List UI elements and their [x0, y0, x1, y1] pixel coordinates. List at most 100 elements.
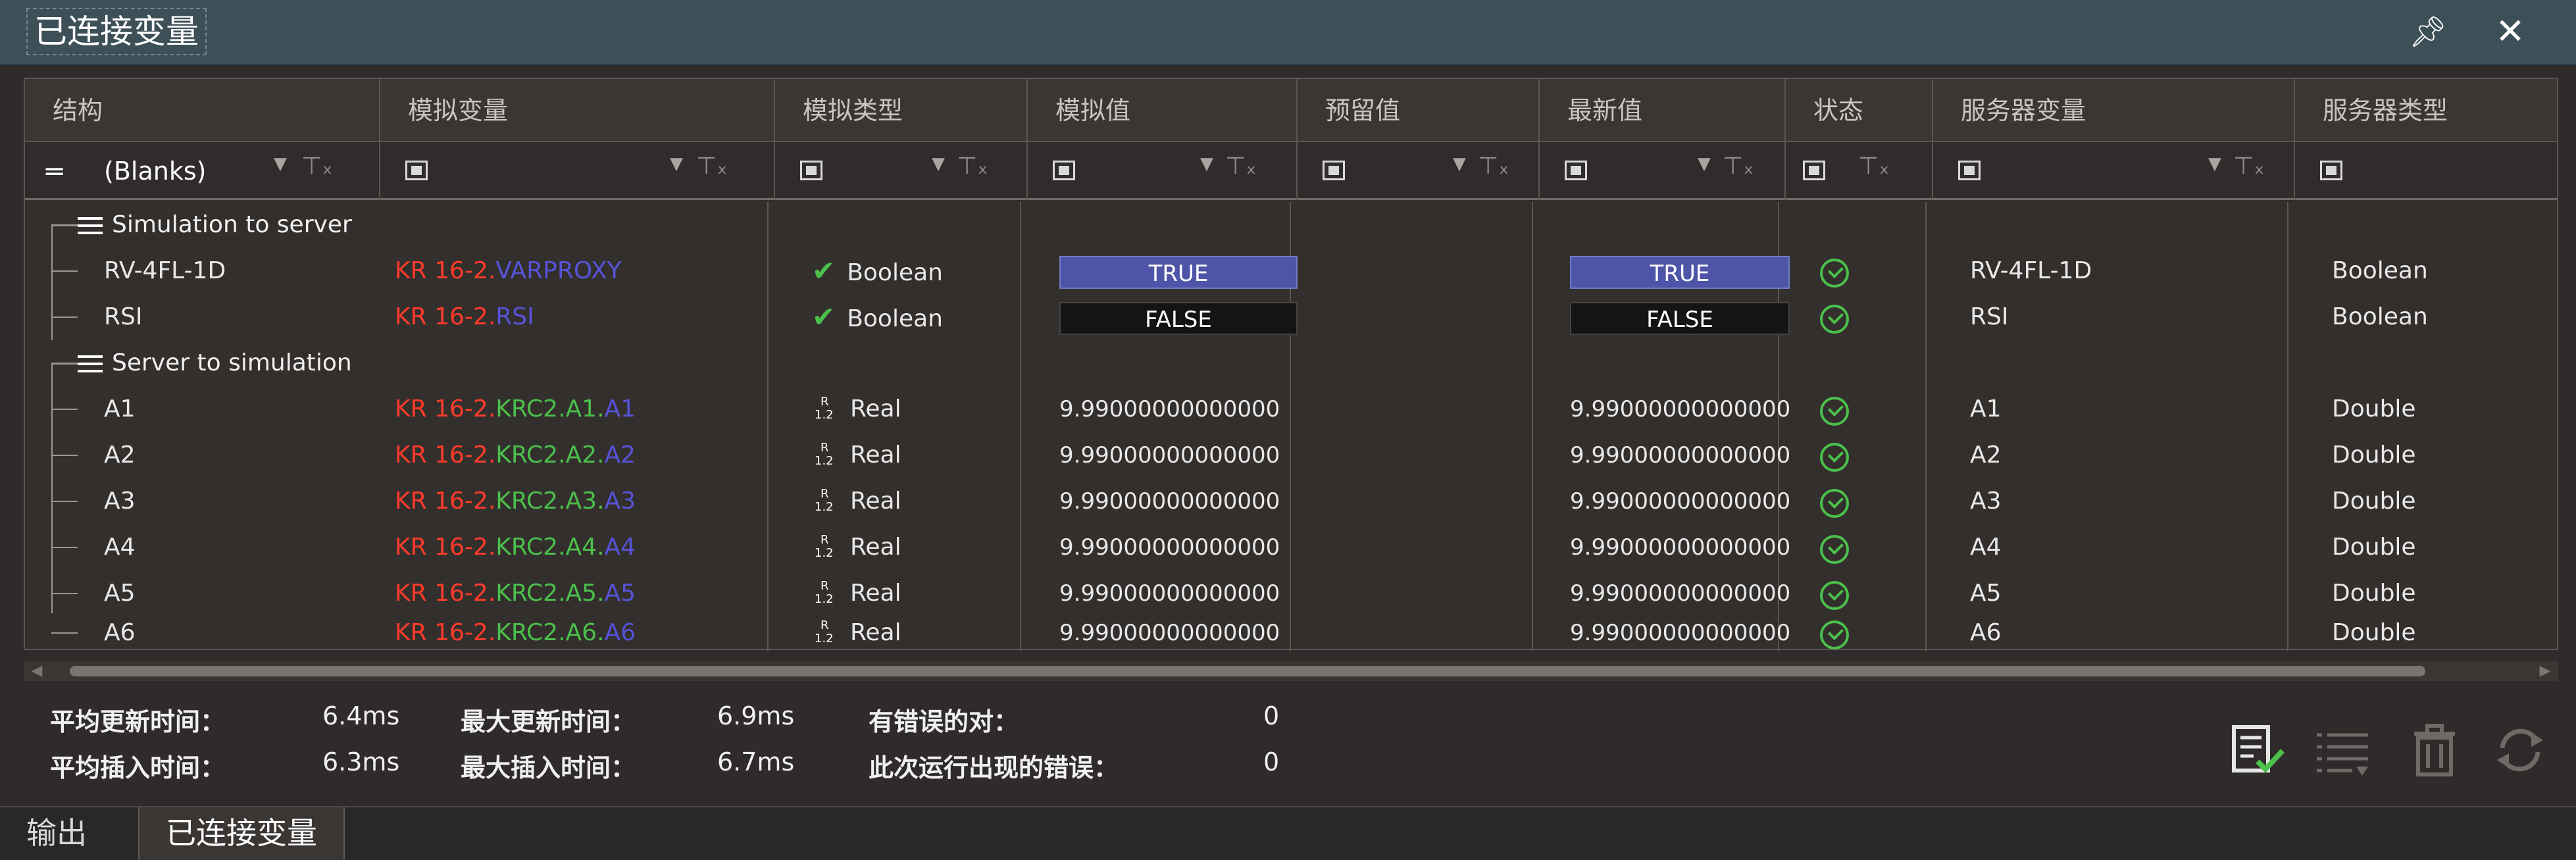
dropdown-arrow-icon[interactable]: ▼ — [932, 154, 945, 174]
filter-server-variable[interactable]: ▼ ⊤ₓ — [1933, 142, 2295, 200]
sim-value[interactable]: 9.99000000000000 — [1059, 478, 1298, 524]
real-type-icon: R 1.2 — [815, 395, 834, 422]
real-type-icon: R 1.2 — [815, 579, 834, 606]
sim-type: R 1.2 Real — [812, 478, 1016, 524]
filter-operator-icon[interactable] — [1323, 161, 1345, 180]
dropdown-arrow-icon[interactable]: ▼ — [2208, 154, 2221, 174]
connected-variables-panel: 结构 模拟变量 模拟类型 模拟值 预留值 最新值 状态 服务器变量 服务器类型 … — [0, 66, 2576, 806]
dropdown-arrow-icon[interactable]: ▼ — [670, 154, 683, 174]
scroll-right-icon[interactable]: ▶ — [2532, 661, 2558, 681]
filter-structure[interactable]: ═ (Blanks) ▼ ⊤ₓ — [25, 142, 380, 200]
table-row[interactable]: A6 KR 16-2.KRC2.A6.A6 R 1.2 Real 9.9900000000… — [25, 610, 2557, 656]
grid-body: Simulation to server RV-4FL-1D KR 16-2.VA… — [25, 202, 2557, 651]
column-header-reserved-value[interactable]: 预留值 — [1298, 79, 1540, 142]
real-type-icon: R 1.2 — [815, 487, 834, 514]
scrollbar-thumb[interactable] — [70, 666, 2425, 676]
filter-status[interactable]: ⊤ₓ — [1786, 142, 1933, 200]
sim-var-part-signal: A4 — [604, 534, 636, 561]
filter-operator-icon[interactable] — [1803, 161, 1825, 180]
server-type: Boolean — [2332, 257, 2428, 284]
column-header-latest-value[interactable]: 最新值 — [1540, 79, 1786, 142]
variables-grid: 结构 模拟变量 模拟类型 模拟值 预留值 最新值 状态 服务器变量 服务器类型 … — [24, 78, 2560, 651]
close-icon[interactable]: ✕ — [2490, 12, 2530, 51]
boolean-check-icon: ✔ — [812, 255, 836, 287]
tree-group-row[interactable]: Simulation to server — [25, 202, 2557, 248]
list-edit-icon[interactable] — [2313, 721, 2372, 780]
horizontal-scrollbar[interactable]: ◀ ▶ — [24, 661, 2558, 681]
list-icon — [78, 216, 103, 236]
clear-filter-icon[interactable]: ⊤ₓ — [1723, 153, 1754, 180]
column-header-structure[interactable]: 结构 — [25, 79, 380, 142]
sim-value[interactable]: 9.99000000000000 — [1059, 432, 1298, 478]
table-row[interactable]: A4 KR 16-2.KRC2.A4.A4 R 1.2 Real 9.9900000000… — [25, 524, 2557, 570]
sim-var-part-controller: KRC2.A5. — [495, 580, 605, 607]
tree-group-sim-to-server[interactable]: Simulation to server — [78, 202, 352, 248]
clear-filter-icon[interactable]: ⊤ₓ — [1225, 153, 1256, 180]
sim-value[interactable]: 9.99000000000000 — [1059, 386, 1298, 432]
server-variable: A2 — [1970, 442, 2002, 468]
filter-server-type[interactable] — [2295, 142, 2560, 200]
filter-operator-icon[interactable] — [405, 161, 428, 180]
tree-line — [51, 270, 78, 272]
clear-filter-icon[interactable]: ⊤ₓ — [1858, 153, 1889, 180]
row-name: A6 — [104, 619, 136, 646]
table-row[interactable]: A1 KR 16-2.KRC2.A1.A1 R 1.2 Real 9.9900000000… — [25, 386, 2557, 432]
equals-icon: ═ — [46, 155, 63, 188]
avg-insert-label: 平均插入时间： — [50, 753, 226, 782]
server-type: Double — [2332, 619, 2416, 646]
dropdown-arrow-icon[interactable]: ▼ — [1200, 154, 1213, 174]
filter-sim-value[interactable]: ▼ ⊤ₓ — [1028, 142, 1298, 200]
tab-output[interactable]: 输出 — [0, 807, 113, 860]
dropdown-arrow-icon[interactable]: ▼ — [1698, 154, 1711, 174]
sim-value[interactable]: 9.99000000000000 — [1059, 524, 1298, 570]
column-header-sim-type[interactable]: 模拟类型 — [775, 79, 1028, 142]
checklist-icon[interactable] — [2227, 721, 2286, 780]
clear-filter-icon[interactable]: ⊤ₓ — [696, 153, 727, 180]
sim-value[interactable]: TRUE — [1059, 256, 1298, 289]
row-name: A2 — [104, 442, 136, 468]
filter-operator-icon[interactable] — [1053, 161, 1075, 180]
filter-operator-icon[interactable] — [2320, 161, 2342, 180]
tree-expander — [51, 224, 78, 226]
tree-group-server-to-sim[interactable]: Server to simulation — [78, 340, 352, 386]
sim-value[interactable]: 9.99000000000000 — [1059, 610, 1298, 656]
sim-var-part-signal: A3 — [604, 488, 636, 515]
filter-sim-type[interactable]: ▼ ⊤ₓ — [775, 142, 1028, 200]
column-header-server-type[interactable]: 服务器类型 — [2295, 79, 2560, 142]
filter-operator-icon[interactable] — [1565, 161, 1587, 180]
table-row[interactable]: A2 KR 16-2.KRC2.A2.A2 R 1.2 Real 9.9900000000… — [25, 432, 2557, 478]
filter-operator-icon[interactable] — [1958, 161, 1981, 180]
filter-sim-variable[interactable]: ▼ ⊤ₓ — [380, 142, 775, 200]
column-header-sim-variable[interactable]: 模拟变量 — [380, 79, 775, 142]
column-header-sim-value[interactable]: 模拟值 — [1028, 79, 1298, 142]
table-row[interactable]: RSI KR 16-2.RSI ✔ Boolean FALSE FALSE RSI Boole… — [25, 294, 2557, 340]
status-ok-icon — [1820, 443, 1849, 472]
column-header-server-variable[interactable]: 服务器变量 — [1933, 79, 2295, 142]
clear-filter-icon[interactable]: ⊤ₓ — [2233, 153, 2264, 180]
filter-operator-icon[interactable] — [800, 161, 822, 180]
table-row[interactable]: RV-4FL-1D KR 16-2.VARPROXY ✔ Boolean TRUE TRU… — [25, 248, 2557, 294]
filter-reserved-value[interactable]: ▼ ⊤ₓ — [1298, 142, 1540, 200]
sim-var-part-model: KR 16-2. — [395, 303, 496, 330]
scroll-left-icon[interactable]: ◀ — [24, 661, 50, 681]
dropdown-arrow-icon[interactable]: ▼ — [274, 154, 287, 174]
clear-filter-icon[interactable]: ⊤ₓ — [957, 153, 988, 180]
tab-connected-variables[interactable]: 已连接变量 — [138, 807, 345, 860]
clear-filter-icon[interactable]: ⊤ₓ — [301, 153, 332, 180]
dropdown-arrow-icon[interactable]: ▼ — [1453, 154, 1466, 174]
pin-icon[interactable]: 📌︎ — [2408, 12, 2448, 51]
sim-type-label: Boolean — [847, 305, 943, 332]
filter-latest-value[interactable]: ▼ ⊤ₓ — [1540, 142, 1786, 200]
table-row[interactable]: A3 KR 16-2.KRC2.A3.A3 R 1.2 Real 9.9900000000… — [25, 478, 2557, 524]
server-type: Double — [2332, 534, 2416, 561]
tree-group-row[interactable]: Server to simulation — [25, 340, 2557, 386]
clear-filter-icon[interactable]: ⊤ₓ — [1478, 153, 1509, 180]
trash-icon[interactable] — [2405, 721, 2464, 780]
column-header-status[interactable]: 状态 — [1786, 79, 1933, 142]
refresh-icon[interactable] — [2490, 721, 2550, 780]
sim-type: R 1.2 Real — [812, 386, 1016, 432]
real-type-icon: R 1.2 — [815, 533, 834, 560]
sim-type-label: Real — [850, 619, 901, 646]
sim-var-part-controller: KRC2.A6. — [495, 619, 605, 646]
sim-value[interactable]: FALSE — [1059, 302, 1298, 335]
